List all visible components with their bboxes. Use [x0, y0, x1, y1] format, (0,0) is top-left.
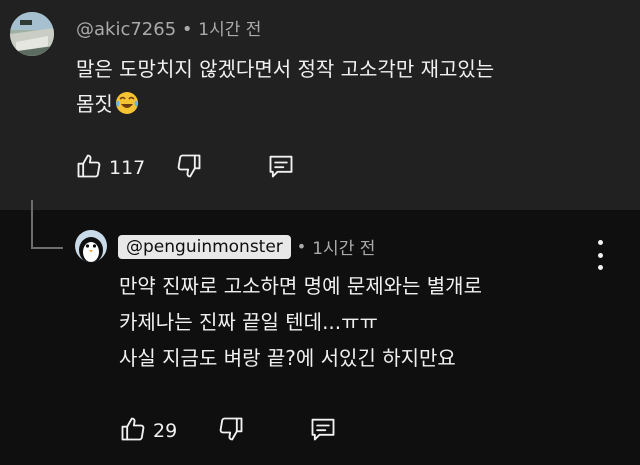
header-separator: •	[181, 19, 193, 40]
like-button[interactable]: 117	[75, 152, 145, 184]
thumbs-down-icon	[175, 152, 203, 184]
thread-line	[31, 200, 33, 249]
comment-header: @akic7265 • 1시간 전	[76, 15, 261, 40]
more-vert-icon-dot	[597, 240, 603, 245]
comment-author-handle[interactable]: @akic7265	[76, 19, 176, 40]
reply-like-button[interactable]: 29	[119, 415, 177, 447]
commenter-avatar[interactable]	[10, 12, 54, 56]
reply-avatar[interactable]	[75, 230, 107, 262]
face-with-tears-of-joy-icon	[115, 91, 139, 126]
reply-actions: 29	[119, 415, 337, 447]
thumbs-up-icon	[75, 152, 103, 184]
reply-comment-icon	[309, 415, 337, 447]
comment-text-line-2: 몸짓	[76, 92, 113, 116]
comment-body: 말은 도망치지 않겠다면서 정작 고소각만 재고있는 몸짓	[76, 52, 596, 126]
comment-text-line-1: 말은 도망치지 않겠다면서 정작 고소각만 재고있는	[76, 57, 495, 81]
reply-header-separator: •	[296, 237, 307, 256]
reply-text-line-1: 만약 진짜로 고소하면 명예 문제와는 별개로	[119, 274, 482, 298]
reply-comment-icon	[267, 152, 295, 184]
comment-actions: 117	[75, 152, 295, 184]
like-count: 117	[109, 157, 146, 179]
reply-button[interactable]	[267, 152, 295, 184]
more-options-button[interactable]	[590, 240, 610, 270]
reply-header: @penguinmonster • 1시간 전	[118, 234, 375, 259]
reply-author-handle[interactable]: @penguinmonster	[118, 234, 291, 259]
reply-dislike-button[interactable]	[217, 415, 245, 447]
reply-text-line-2: 카제나는 진짜 끝일 텐데...ㅠㅠ	[119, 310, 378, 334]
reply-body: 만약 진짜로 고소하면 명예 문제와는 별개로 카제나는 진짜 끝일 텐데...…	[119, 268, 599, 376]
thumbs-up-icon	[119, 415, 147, 447]
reply-reply-button[interactable]	[309, 415, 337, 447]
reply-like-count: 29	[153, 420, 178, 442]
more-vert-icon-dot	[597, 252, 603, 258]
reply-timestamp[interactable]: 1시간 전	[312, 234, 375, 259]
thread-branch	[31, 247, 63, 249]
dislike-button[interactable]	[175, 152, 203, 184]
reply-text-line-3: 사실 지금도 벼랑 끝?에 서있긴 하지만요	[119, 346, 456, 370]
thumbs-down-icon	[217, 415, 245, 447]
comment-timestamp[interactable]: 1시간 전	[198, 20, 261, 40]
